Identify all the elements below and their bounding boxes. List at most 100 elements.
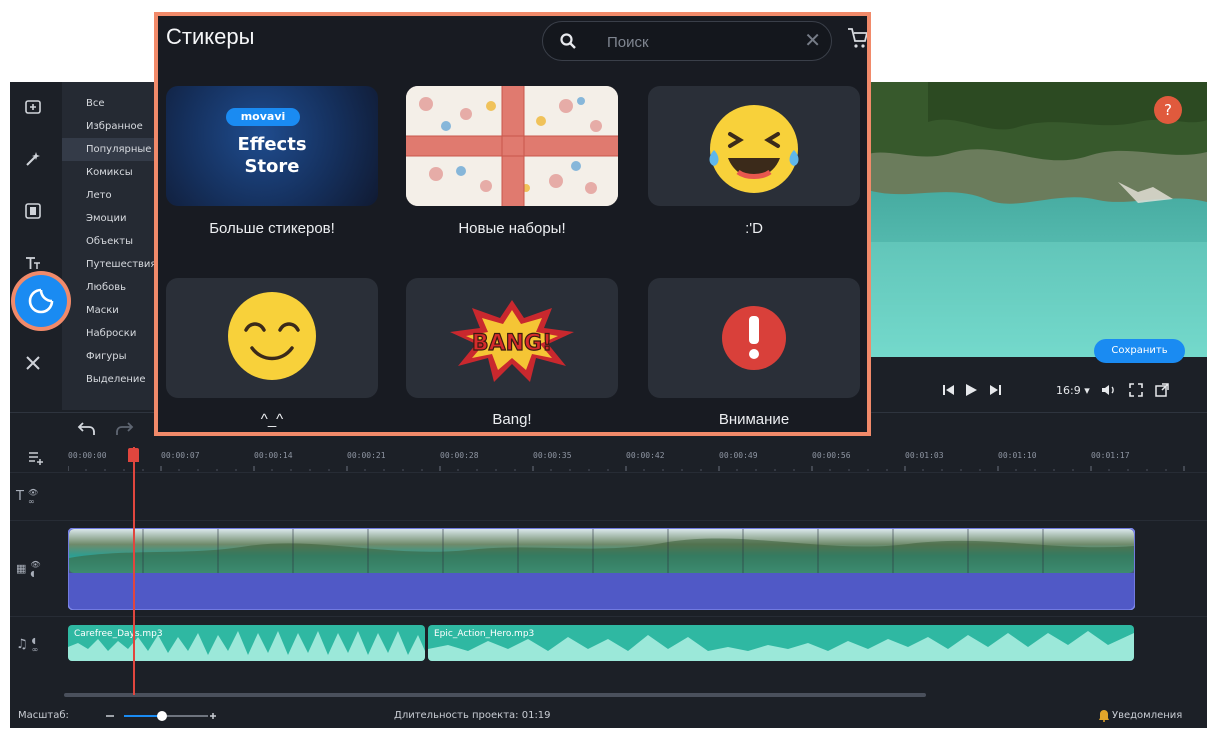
card-label: Новые наборы! [458, 220, 566, 237]
preview-frame-image [868, 82, 1207, 357]
timeline-scrollbar[interactable] [64, 693, 926, 697]
transition-icon [25, 203, 41, 219]
ruler-label: 00:00:00 [68, 451, 107, 460]
titles-track: T 👁 ∞ [10, 472, 1207, 520]
store-text: Effects Store [166, 134, 378, 178]
cart-icon[interactable] [846, 26, 868, 50]
audio-clip-name: Epic_Action_Hero.mp3 [434, 629, 535, 639]
card-label: ^_^ [260, 411, 284, 428]
timeline-ruler[interactable]: 00:00:00 00:00:07 00:00:14 00:00:21 00:0… [10, 446, 1207, 472]
transitions-button[interactable] [20, 198, 46, 224]
redo-icon[interactable] [114, 421, 134, 437]
search-icon [560, 33, 576, 49]
help-button[interactable]: ? [1154, 96, 1182, 124]
card-label: Bang! [492, 411, 532, 428]
category-item[interactable]: Объекты [62, 230, 162, 253]
track-toggles[interactable]: 👁 ∞ [28, 488, 38, 506]
import-icon [25, 100, 41, 114]
category-item[interactable]: Лето [62, 184, 162, 207]
add-track-icon[interactable] [28, 451, 44, 465]
clear-search-icon[interactable]: ✕ [804, 28, 821, 52]
player-controls: 16:9 ▾ [868, 377, 1207, 403]
playhead-line[interactable] [133, 447, 135, 695]
ruler-label: 00:00:42 [626, 451, 665, 460]
status-bar: Масштаб: Длительность проекта: 01:19 Уве… [10, 703, 1207, 728]
category-item[interactable]: Все [62, 92, 162, 115]
gift-image [406, 86, 618, 206]
aspect-ratio-select[interactable]: 16:9 ▾ [1056, 379, 1090, 401]
category-item[interactable]: Фигуры [62, 345, 162, 368]
video-track-header: ▦ 👁 ◖ [10, 521, 62, 616]
audio-track: ♫ ◖ ∞ Carefree_Days.mp3 Epic_Action_Hero.… [10, 616, 1207, 672]
titles-track-header: T 👁 ∞ [10, 473, 62, 520]
sticker-icon [28, 288, 54, 314]
audio-clip-name: Carefree_Days.mp3 [74, 629, 163, 639]
zoom-slider[interactable] [104, 709, 218, 723]
card-label: :'D [745, 220, 763, 237]
search-input[interactable] [607, 31, 787, 53]
video-track: ▦ 👁 ◖ [10, 520, 1207, 616]
warning-sticker-card[interactable] [648, 278, 860, 398]
effects-store-card[interactable]: movavi Effects Store [166, 86, 378, 206]
undo-icon[interactable] [77, 421, 97, 437]
audio-track-header: ♫ ◖ ∞ [10, 617, 62, 672]
laughing-emoji-icon [709, 105, 799, 193]
category-item[interactable]: Избранное [62, 115, 162, 138]
category-item[interactable]: Маски [62, 299, 162, 322]
laughing-sticker-card[interactable] [648, 86, 860, 206]
category-item[interactable]: Выделение [62, 368, 162, 391]
ruler-label: 00:00:14 [254, 451, 293, 460]
category-item[interactable]: Путешествия [62, 253, 162, 276]
video-clip[interactable] [68, 528, 1135, 610]
svg-text:BANG!: BANG! [472, 331, 552, 356]
stickers-tool-button[interactable] [15, 275, 67, 327]
fullscreen-icon [1129, 383, 1143, 397]
save-button[interactable]: Сохранить [1094, 339, 1185, 363]
category-item[interactable]: Комиксы [62, 161, 162, 184]
track-toggles[interactable]: ◖ ∞ [32, 636, 39, 654]
category-item[interactable]: Эмоции [62, 207, 162, 230]
previous-frame-button[interactable] [942, 379, 956, 401]
new-packs-card[interactable] [406, 86, 618, 206]
detach-preview-button[interactable] [1155, 379, 1169, 401]
ruler-label: 00:00:28 [440, 451, 479, 460]
ruler-label: 00:00:07 [161, 451, 200, 460]
skip-back-icon [943, 385, 954, 395]
external-window-icon [1155, 383, 1169, 397]
more-tools-button[interactable] [20, 350, 46, 376]
panel-title: Стикеры [166, 24, 255, 49]
audio-clip[interactable]: Carefree_Days.mp3 [68, 625, 425, 661]
filters-button[interactable] [20, 146, 46, 172]
magic-wand-icon [26, 152, 40, 166]
tools-icon [26, 356, 40, 370]
movavi-logo: movavi [226, 108, 300, 126]
music-note-icon: ♫ [16, 637, 28, 652]
ruler-ticks [68, 466, 1185, 471]
ruler-label: 00:01:17 [1091, 451, 1130, 460]
audio-clip[interactable]: Epic_Action_Hero.mp3 [428, 625, 1134, 661]
store-line-2: Store [244, 156, 300, 177]
fullscreen-button[interactable] [1129, 379, 1143, 401]
next-frame-button[interactable] [988, 379, 1002, 401]
search-box[interactable]: ✕ [542, 21, 832, 61]
category-item[interactable]: Наброски [62, 322, 162, 345]
smile-emoji-icon [228, 292, 316, 380]
text-track-icon: T [16, 489, 24, 504]
video-preview[interactable] [868, 82, 1207, 357]
play-button[interactable] [964, 379, 978, 401]
ruler-label: 00:00:56 [812, 451, 851, 460]
volume-icon [1102, 385, 1114, 395]
stickers-panel: Стикеры ✕ movavi Effects Store Больше ст… [154, 12, 871, 436]
track-toggles[interactable]: 👁 ◖ [30, 560, 40, 578]
bang-burst-icon: BANG! [450, 300, 574, 382]
volume-button[interactable] [1101, 379, 1117, 401]
playhead-handle[interactable] [128, 448, 139, 462]
ruler-label: 00:00:35 [533, 451, 572, 460]
bang-sticker-card[interactable]: BANG! [406, 278, 618, 398]
notifications-link[interactable]: Уведомления [1112, 710, 1182, 721]
category-item-active[interactable]: Популярные [62, 138, 162, 161]
smile-sticker-card[interactable] [166, 278, 378, 398]
category-item[interactable]: Любовь [62, 276, 162, 299]
import-button[interactable] [20, 94, 46, 120]
store-line-1: Effects [237, 134, 307, 155]
